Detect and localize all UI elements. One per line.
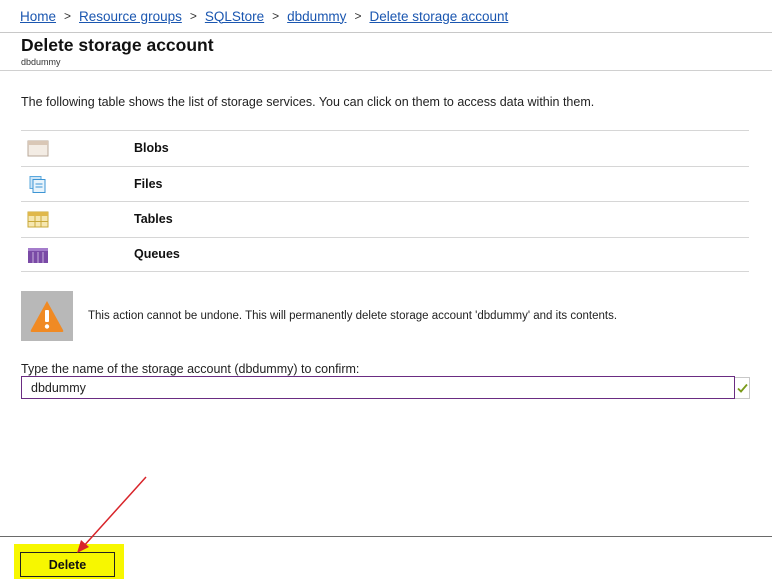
service-row-tables[interactable]: Tables — [21, 201, 749, 237]
breadcrumb: Home > Resource groups > SQLStore > dbdu… — [0, 0, 772, 33]
breadcrumb-separator: > — [354, 9, 362, 23]
breadcrumb-sqlstore[interactable]: SQLStore — [205, 9, 264, 24]
storage-services-list: Blobs Files Tables Queues — [21, 130, 749, 272]
files-icon — [29, 175, 46, 193]
page-subtitle: dbdummy — [21, 57, 61, 67]
breadcrumb-separator: > — [64, 9, 72, 23]
breadcrumb-dbdummy[interactable]: dbdummy — [287, 9, 346, 24]
warning-box — [21, 291, 73, 341]
service-label: Tables — [134, 212, 173, 227]
footer-divider — [0, 536, 772, 537]
confirm-name-input[interactable] — [21, 376, 735, 399]
breadcrumb-separator: > — [189, 9, 197, 23]
header-divider — [0, 70, 772, 71]
breadcrumb-resource-groups[interactable]: Resource groups — [79, 9, 182, 24]
annotation-arrow-icon — [77, 476, 147, 553]
service-label: Blobs — [134, 141, 169, 156]
warning-icon — [30, 301, 64, 332]
checkmark-icon — [735, 377, 750, 399]
delete-button[interactable]: Delete — [20, 552, 115, 577]
breadcrumb-home[interactable]: Home — [20, 9, 56, 24]
service-row-blobs[interactable]: Blobs — [21, 130, 749, 166]
intro-text: The following table shows the list of st… — [21, 95, 595, 109]
service-row-files[interactable]: Files — [21, 165, 749, 202]
tables-icon — [27, 211, 49, 228]
breadcrumb-delete-storage-account[interactable]: Delete storage account — [369, 9, 508, 24]
confirm-label: Type the name of the storage account (db… — [21, 362, 360, 376]
warning-text: This action cannot be undone. This will … — [88, 310, 618, 322]
service-label: Files — [134, 176, 163, 191]
service-row-queues[interactable]: Queues — [21, 236, 749, 272]
page-title: Delete storage account — [21, 35, 214, 55]
blob-icon — [27, 140, 49, 157]
service-label: Queues — [134, 247, 180, 262]
queues-icon — [28, 247, 48, 263]
breadcrumb-separator: > — [272, 9, 280, 23]
